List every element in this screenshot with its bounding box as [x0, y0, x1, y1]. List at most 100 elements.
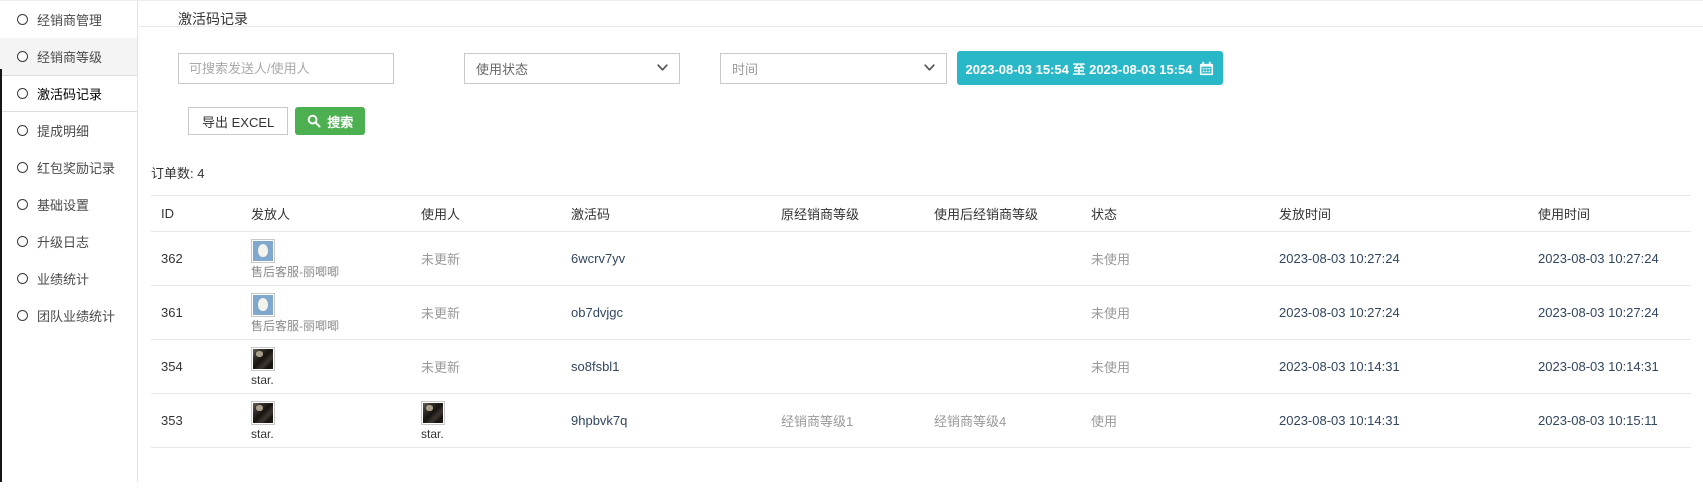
cell-sender: 售后客服-丽唧唧 — [251, 286, 421, 340]
sidebar-item[interactable]: 升级日志 — [0, 223, 137, 260]
radio-circle-icon — [17, 14, 28, 25]
column-header: 使用人 — [421, 196, 571, 232]
person-name: star. — [251, 428, 421, 440]
cell-sender: star. — [251, 394, 421, 448]
person-name: 售后客服-丽唧唧 — [251, 320, 421, 332]
cell-user: star. — [421, 394, 571, 448]
filter-row: 使用状态 时间 2023-08-03 15:54 至 2023-08-03 15… — [139, 51, 1703, 85]
sidebar-menu: 经销商管理经销商等级激活码记录提成明细红包奖励记录基础设置升级日志业绩统计团队业… — [0, 1, 137, 334]
sidebar-item-label: 红包奖励记录 — [37, 158, 115, 177]
sidebar-item-label: 基础设置 — [37, 195, 89, 214]
table-row: 354star.未更新so8fsbl1未使用2023-08-03 10:14:3… — [151, 340, 1691, 394]
person-name: 售后客服-丽唧唧 — [251, 266, 421, 278]
cell-send-time: 2023-08-03 10:14:31 — [1279, 340, 1538, 394]
table-body: 362售后客服-丽唧唧未更新6wcrv7yv未使用2023-08-03 10:2… — [151, 232, 1691, 448]
status-select-value: 使用状态 — [476, 59, 528, 78]
sidebar-item-label: 激活码记录 — [37, 84, 102, 103]
cell-after-level: 经销商等级4 — [934, 394, 1091, 448]
page: 经销商管理经销商等级激活码记录提成明细红包奖励记录基础设置升级日志业绩统计团队业… — [0, 0, 1703, 489]
sidebar: 经销商管理经销商等级激活码记录提成明细红包奖励记录基础设置升级日志业绩统计团队业… — [0, 1, 138, 482]
cell-status: 使用 — [1091, 394, 1279, 448]
avatar — [251, 239, 275, 263]
title-bar: 激活码记录 — [139, 1, 1703, 27]
radio-circle-icon — [17, 273, 28, 284]
chevron-down-icon — [657, 64, 668, 72]
cell-original-level — [781, 340, 934, 394]
cell-after-level — [934, 340, 1091, 394]
cell-send-time: 2023-08-03 10:14:31 — [1279, 394, 1538, 448]
column-header: 使用时间 — [1538, 196, 1691, 232]
sidebar-item[interactable]: 经销商管理 — [0, 1, 137, 38]
cell-send-time: 2023-08-03 10:27:24 — [1279, 232, 1538, 286]
column-header: 激活码 — [571, 196, 781, 232]
cell-use-time: 2023-08-03 10:15:11 — [1538, 394, 1691, 448]
sidebar-left-accent-line — [0, 69, 2, 482]
cell-original-level: 经销商等级1 — [781, 394, 934, 448]
search-button-label: 搜索 — [327, 112, 353, 131]
radio-circle-icon — [17, 310, 28, 321]
cell-use-time: 2023-08-03 10:27:24 — [1538, 232, 1691, 286]
sidebar-item[interactable]: 红包奖励记录 — [0, 149, 137, 186]
cell-after-level — [934, 286, 1091, 340]
cell-id: 353 — [151, 394, 251, 448]
radio-circle-icon — [17, 199, 28, 210]
date-range-button[interactable]: 2023-08-03 15:54 至 2023-08-03 15:54 — [957, 51, 1223, 85]
column-header: 原经销商等级 — [781, 196, 934, 232]
cell-use-time: 2023-08-03 10:14:31 — [1538, 340, 1691, 394]
time-select[interactable]: 时间 — [720, 53, 947, 84]
status-select[interactable]: 使用状态 — [464, 53, 680, 84]
cell-user: 未更新 — [421, 232, 571, 286]
time-select-value: 时间 — [732, 59, 758, 78]
sidebar-item[interactable]: 业绩统计 — [0, 260, 137, 297]
cell-id: 361 — [151, 286, 251, 340]
action-button-row: 导出 EXCEL 搜索 — [139, 107, 1703, 135]
cell-activation-code: 6wcrv7yv — [571, 232, 781, 286]
main-content: 激活码记录 使用状态 时间 2023-08-03 15:54 至 2023-08… — [139, 1, 1703, 448]
sidebar-item[interactable]: 团队业绩统计 — [0, 297, 137, 334]
column-header: 发放人 — [251, 196, 421, 232]
cell-status: 未使用 — [1091, 340, 1279, 394]
person-name: star. — [421, 428, 571, 440]
sidebar-item[interactable]: 经销商等级 — [0, 38, 137, 75]
radio-circle-icon — [17, 51, 28, 62]
sidebar-item-label: 团队业绩统计 — [37, 306, 115, 325]
cell-activation-code: so8fsbl1 — [571, 340, 781, 394]
order-count: 订单数: 4 — [151, 163, 1703, 182]
cell-activation-code: ob7dvjgc — [571, 286, 781, 340]
sidebar-item-label: 业绩统计 — [37, 269, 89, 288]
cell-original-level — [781, 232, 934, 286]
cell-id: 362 — [151, 232, 251, 286]
cell-use-time: 2023-08-03 10:27:24 — [1538, 286, 1691, 340]
search-button[interactable]: 搜索 — [295, 107, 365, 135]
person-cell-content: star. — [421, 401, 571, 440]
sidebar-item-label: 升级日志 — [37, 232, 89, 251]
sidebar-item[interactable]: 提成明细 — [0, 112, 137, 149]
sidebar-item-label: 提成明细 — [37, 121, 89, 140]
person-cell-content: star. — [251, 401, 421, 440]
person-cell-content: 售后客服-丽唧唧 — [251, 239, 421, 278]
sidebar-item[interactable]: 激活码记录 — [0, 75, 137, 112]
date-range-value: 2023-08-03 15:54 至 2023-08-03 15:54 — [966, 59, 1193, 78]
cell-status: 未使用 — [1091, 232, 1279, 286]
person-name: star. — [251, 374, 421, 386]
records-table: ID发放人使用人激活码原经销商等级使用后经销商等级状态发放时间使用时间 362售… — [151, 195, 1691, 448]
table-row: 362售后客服-丽唧唧未更新6wcrv7yv未使用2023-08-03 10:2… — [151, 232, 1691, 286]
radio-circle-icon — [17, 88, 28, 99]
table-row: 353star.star.9hpbvk7q经销商等级1经销商等级4使用2023-… — [151, 394, 1691, 448]
avatar — [251, 401, 275, 425]
cell-after-level — [934, 232, 1091, 286]
radio-circle-icon — [17, 162, 28, 173]
radio-circle-icon — [17, 125, 28, 136]
search-input[interactable] — [178, 53, 394, 84]
sidebar-item-label: 经销商等级 — [37, 47, 102, 66]
cell-id: 354 — [151, 340, 251, 394]
cell-activation-code: 9hpbvk7q — [571, 394, 781, 448]
avatar — [421, 401, 445, 425]
search-icon — [307, 114, 321, 128]
sidebar-item[interactable]: 基础设置 — [0, 186, 137, 223]
order-count-label: 订单数: — [151, 166, 194, 181]
cell-original-level — [781, 286, 934, 340]
calendar-icon — [1199, 61, 1214, 76]
export-excel-button[interactable]: 导出 EXCEL — [188, 107, 288, 135]
column-header: ID — [151, 196, 251, 232]
